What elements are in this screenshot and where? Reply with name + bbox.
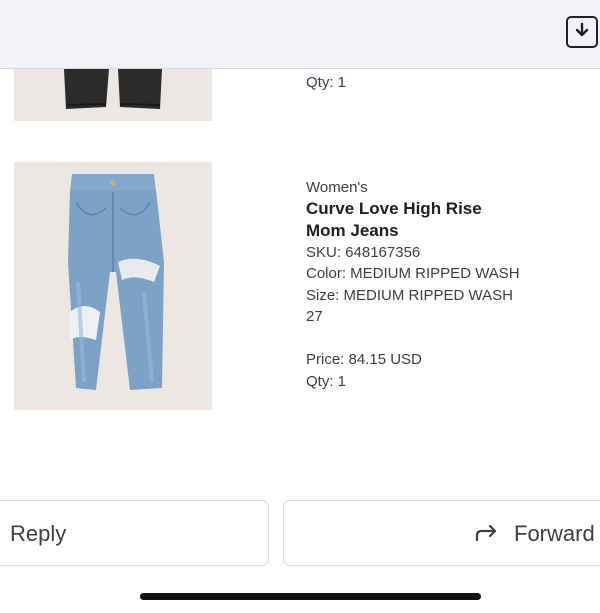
top-toolbar <box>0 0 600 69</box>
item-category: Women's <box>306 179 368 196</box>
item-sku: SKU: 648167356 <box>306 244 421 261</box>
item-color: Color: MEDIUM RIPPED WASH <box>306 265 520 282</box>
item-name-line2[interactable]: Mom Jeans <box>306 220 399 242</box>
reply-button[interactable]: Reply <box>0 500 269 566</box>
home-indicator[interactable] <box>140 593 481 600</box>
item-size-line1: Size: MEDIUM RIPPED WASH <box>306 287 513 304</box>
product-image-mom-jeans[interactable] <box>14 162 212 410</box>
reply-label: Reply <box>10 521 67 546</box>
item-price: Price: 84.15 USD <box>306 351 422 368</box>
item-qty: Qty: 1 <box>306 74 347 91</box>
download-tray-icon[interactable] <box>566 16 598 48</box>
item-size-line2: 27 <box>306 308 323 325</box>
forward-arrow-icon <box>475 524 497 542</box>
item-name-line1[interactable]: Curve Love High Rise <box>306 198 482 220</box>
forward-button[interactable]: Forward <box>283 500 600 566</box>
forward-label: Forward <box>514 521 595 546</box>
item-qty: Qty: 1 <box>306 373 347 390</box>
product-image-black-jeans[interactable] <box>14 69 212 121</box>
